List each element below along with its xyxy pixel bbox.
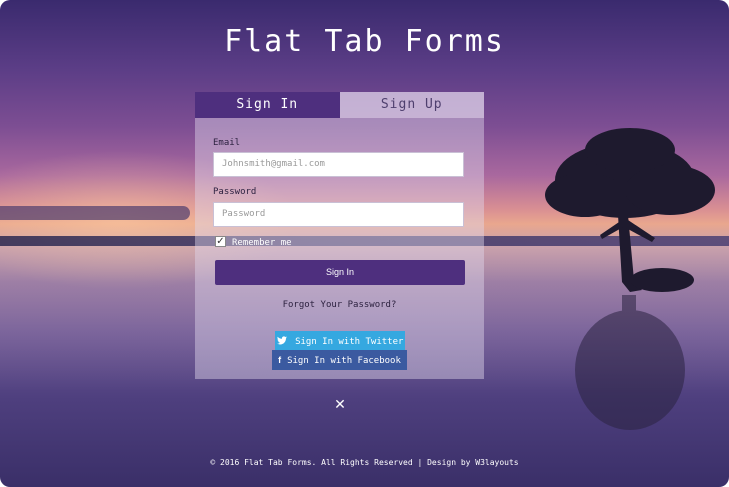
email-label: Email: [213, 138, 241, 148]
login-panel: Sign In Sign Up Email Johnsmith@gmail.co…: [195, 92, 484, 379]
twitter-signin-button[interactable]: Sign In with Twitter: [275, 331, 405, 351]
tab-bar: Sign In Sign Up: [195, 92, 484, 118]
email-field[interactable]: Johnsmith@gmail.com: [213, 152, 464, 177]
password-field[interactable]: Password: [213, 202, 464, 227]
close-icon[interactable]: ✕: [333, 397, 347, 413]
sign-in-button[interactable]: Sign In: [215, 260, 465, 285]
tree-silhouette: [545, 128, 715, 430]
remember-checkbox[interactable]: ✓: [215, 236, 226, 247]
tab-sign-up[interactable]: Sign Up: [339, 92, 484, 118]
page-title: Flat Tab Forms: [224, 24, 505, 59]
forgot-password-link[interactable]: Forgot Your Password?: [195, 300, 484, 310]
facebook-icon: f: [278, 355, 282, 365]
facebook-label: Sign In with Facebook: [287, 356, 401, 366]
twitter-icon: [276, 336, 290, 346]
facebook-signin-button[interactable]: f Sign In with Facebook: [272, 350, 407, 370]
check-icon: ✓: [216, 236, 225, 247]
footer-text: © 2016 Flat Tab Forms. All Rights Reserv…: [210, 458, 519, 467]
password-label: Password: [213, 187, 257, 197]
twitter-label: Sign In with Twitter: [295, 337, 404, 347]
remember-label: Remember me: [232, 238, 292, 248]
tab-sign-in[interactable]: Sign In: [195, 92, 340, 118]
horizon-cloud: [0, 206, 190, 220]
